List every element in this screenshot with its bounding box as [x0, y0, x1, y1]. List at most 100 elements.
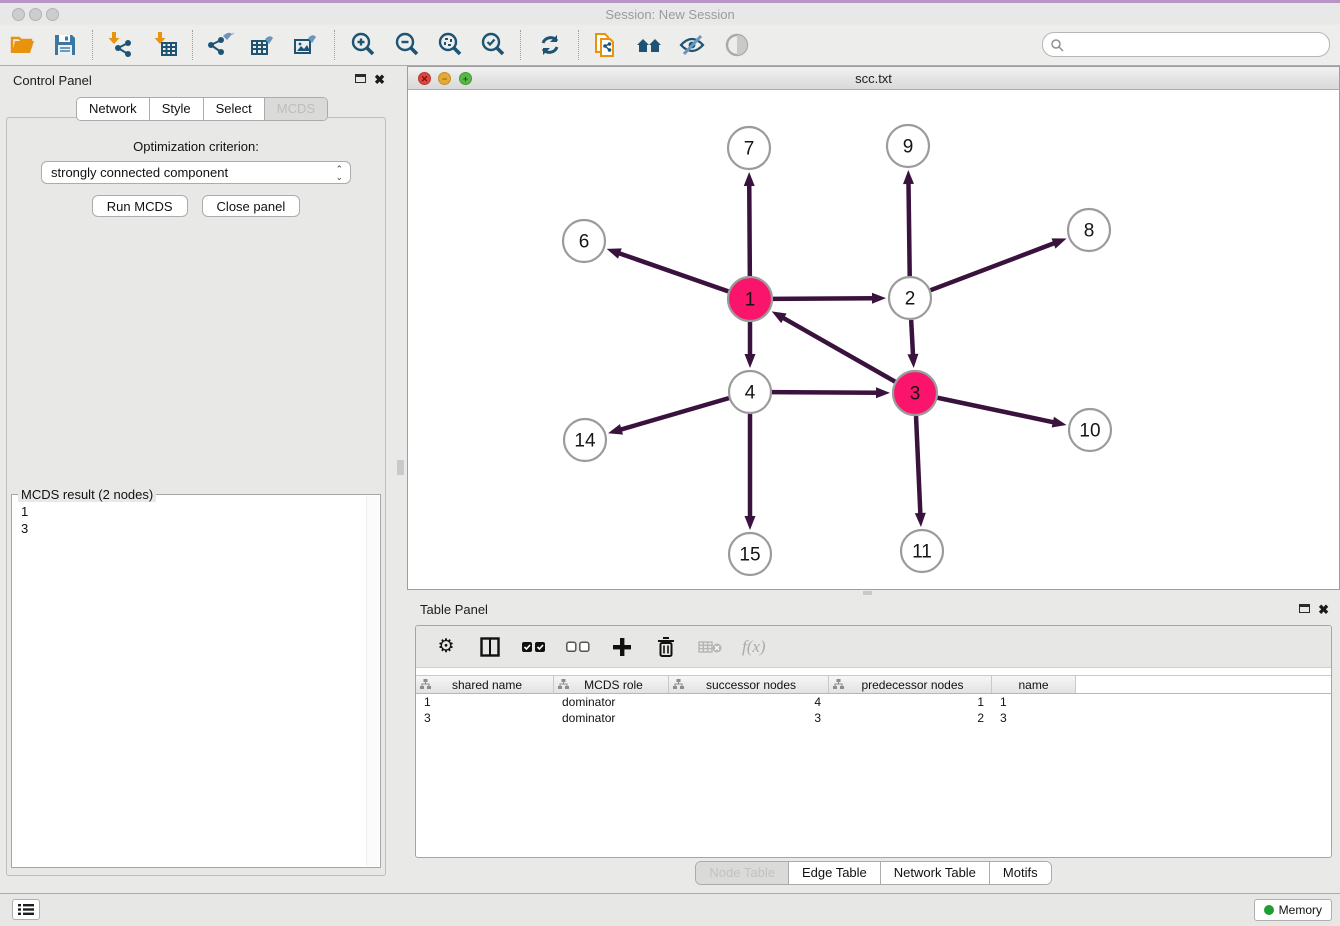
network-window-titlebar[interactable]: ✕ − + scc.txt: [408, 67, 1339, 90]
control-panel: Control Panel ✖ Network Style Select MCD…: [0, 66, 392, 893]
delete-column-trash-icon[interactable]: [654, 635, 678, 659]
graph-node-label: 9: [903, 137, 914, 158]
zoom-fit-icon[interactable]: [436, 31, 464, 59]
import-table-icon[interactable]: [152, 31, 180, 59]
search-input[interactable]: [1064, 35, 1329, 55]
graph-node-label: 3: [910, 384, 921, 405]
function-builder-icon-disabled: f(x): [742, 635, 766, 659]
graph-edge-2-3[interactable]: [911, 320, 913, 356]
column-header-name[interactable]: name: [992, 676, 1076, 693]
toolbar-separator: [92, 30, 93, 60]
split-panel-icon[interactable]: [478, 635, 502, 659]
memory-button-label: Memory: [1279, 903, 1322, 917]
network-view-window: ✕ − + scc.txt 1234678910111415: [407, 66, 1340, 590]
result-scrollbar[interactable]: [366, 496, 379, 866]
task-history-button[interactable]: [12, 899, 40, 920]
zoom-out-icon[interactable]: [393, 31, 421, 59]
table-row[interactable]: 1 dominator 4 1 1: [416, 694, 1331, 710]
zoom-selected-icon[interactable]: [479, 31, 507, 59]
task-list-icon: [18, 903, 34, 916]
run-mcds-button[interactable]: Run MCDS: [92, 195, 188, 217]
deselect-all-icon[interactable]: [566, 635, 590, 659]
import-network-icon[interactable]: [106, 31, 134, 59]
graph-edge-arrowhead: [745, 354, 756, 368]
table-panel: Table Panel ✖ ⚙ f(x) shared name MCDS ro…: [407, 595, 1340, 893]
graph-edge-4-3[interactable]: [772, 392, 878, 393]
graph-edge-1-7[interactable]: [749, 184, 750, 276]
mcds-result-box: MCDS result (2 nodes) 1 3: [11, 494, 381, 868]
refresh-icon[interactable]: [536, 31, 564, 59]
graph-edge-2-9[interactable]: [908, 182, 909, 276]
tab-style[interactable]: Style: [149, 98, 203, 120]
tab-motifs[interactable]: Motifs: [989, 862, 1051, 884]
graph-edge-arrowhead: [608, 424, 623, 435]
graph-edge-arrowhead: [876, 387, 890, 398]
table-row[interactable]: 3 dominator 3 2 3: [416, 710, 1331, 726]
network-canvas[interactable]: 1234678910111415: [408, 91, 1339, 590]
graph-edge-arrowhead: [772, 311, 787, 323]
export-table-icon[interactable]: [249, 31, 277, 59]
memory-status-dot-icon: [1264, 905, 1274, 915]
toolbar-separator: [578, 30, 579, 60]
search-field[interactable]: [1042, 32, 1330, 57]
graph-edge-arrowhead: [903, 170, 914, 184]
network-window-title: scc.txt: [408, 71, 1339, 86]
graph-edge-1-2[interactable]: [773, 298, 874, 299]
graph-edge-1-6[interactable]: [618, 253, 728, 292]
hide-selected-eye-icon[interactable]: [678, 31, 706, 59]
close-panel-icon[interactable]: ✖: [374, 74, 385, 85]
tab-mcds[interactable]: MCDS: [264, 98, 327, 120]
tab-edge-table[interactable]: Edge Table: [788, 862, 880, 884]
cell-successor-nodes: 4: [669, 694, 829, 710]
edge-label-mark: [826, 297, 834, 300]
close-panel-button[interactable]: Close panel: [202, 195, 301, 217]
export-network-icon[interactable]: [206, 31, 234, 59]
memory-button[interactable]: Memory: [1254, 899, 1332, 921]
edge-label-mark: [829, 391, 837, 394]
mcds-result-title: MCDS result (2 nodes): [18, 487, 156, 502]
graph-edge-arrowhead: [1052, 417, 1067, 428]
vertical-split-handle[interactable]: [397, 460, 404, 475]
duplicate-network-icon[interactable]: [592, 31, 620, 59]
column-header-shared-name[interactable]: shared name: [416, 676, 554, 693]
zoom-in-icon[interactable]: [349, 31, 377, 59]
table-panel-header: Table Panel ✖: [407, 595, 1340, 623]
add-column-plus-icon[interactable]: [610, 635, 634, 659]
table-panel-title: Table Panel: [420, 602, 488, 617]
column-header-predecessor-nodes[interactable]: predecessor nodes: [829, 676, 992, 693]
graph-edge-3-10[interactable]: [938, 398, 1055, 423]
export-image-icon[interactable]: [292, 31, 320, 59]
first-neighbors-icon[interactable]: [635, 31, 663, 59]
criterion-select[interactable]: strongly connected component ⌃⌄: [41, 161, 351, 184]
titlebar: Session: New Session: [0, 0, 1340, 22]
column-settings-gear-icon[interactable]: ⚙: [434, 635, 458, 659]
tab-node-table[interactable]: Node Table: [696, 862, 788, 884]
cell-mcds-role: dominator: [554, 710, 669, 726]
cell-shared-name: 3: [416, 710, 554, 726]
save-session-icon[interactable]: [51, 31, 79, 59]
tab-network[interactable]: Network: [77, 98, 149, 120]
graph-edge-3-1[interactable]: [782, 317, 895, 381]
close-table-panel-icon[interactable]: ✖: [1318, 604, 1329, 615]
graph-edge-arrowhead: [1052, 238, 1067, 248]
open-file-icon[interactable]: [9, 31, 37, 59]
column-header-mcds-role[interactable]: MCDS role: [554, 676, 669, 693]
graph-edge-4-14[interactable]: [620, 398, 729, 430]
tab-select[interactable]: Select: [203, 98, 264, 120]
graph-edge-3-11[interactable]: [916, 416, 920, 515]
criterion-select-value: strongly connected component: [51, 165, 228, 180]
graph-edge-2-8[interactable]: [931, 243, 1056, 290]
cell-name: 1: [992, 694, 1076, 710]
graph-node-label: 10: [1079, 421, 1100, 442]
cell-name: 3: [992, 710, 1076, 726]
tab-network-table[interactable]: Network Table: [880, 862, 989, 884]
graph-node-label: 6: [579, 232, 590, 253]
control-panel-title: Control Panel: [13, 73, 92, 88]
mcds-result-list[interactable]: 1 3: [12, 495, 380, 545]
select-all-icon[interactable]: [522, 635, 546, 659]
float-panel-icon[interactable]: [355, 74, 366, 83]
column-header-successor-nodes[interactable]: successor nodes: [669, 676, 829, 693]
graph-node-label: 15: [739, 545, 760, 566]
graph-node-label: 2: [905, 289, 916, 310]
float-table-panel-icon[interactable]: [1299, 604, 1310, 613]
